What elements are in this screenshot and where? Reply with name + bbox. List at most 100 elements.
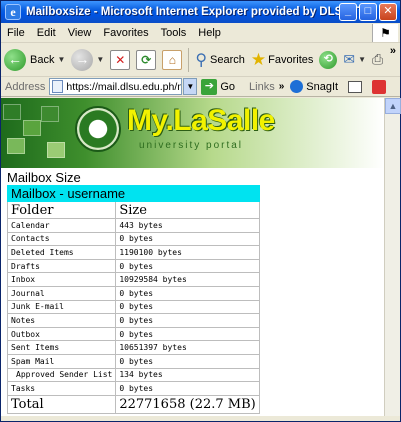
print-button[interactable]: ⎙: [369, 46, 386, 74]
back-label: Back: [30, 53, 55, 66]
folder-size: 10929584 bytes: [115, 272, 260, 287]
forward-arrow-icon: →: [71, 48, 94, 71]
banner-tile: [7, 138, 25, 154]
total-value: 22771658 (22.7 MB): [115, 394, 260, 414]
window-controls: _ □ ✕: [339, 3, 397, 21]
page-content: My.LaSalle university portal Mailbox Siz…: [1, 98, 384, 416]
mail-button[interactable]: ✉ ▼: [340, 46, 369, 74]
snagit-button[interactable]: SnagIt: [306, 81, 338, 93]
toolbar-extension-icon[interactable]: [372, 79, 387, 94]
banner-tile: [3, 104, 21, 120]
menu-favorites[interactable]: Favorites: [97, 27, 154, 39]
menu-view[interactable]: View: [62, 27, 98, 39]
home-button[interactable]: ⌂: [159, 46, 185, 74]
internet-explorer-icon: e: [5, 4, 21, 20]
portal-banner: My.LaSalle university portal: [1, 98, 384, 168]
folder-name: Spam Mail: [6, 353, 117, 369]
banner-tile: [41, 106, 59, 122]
vertical-scrollbar[interactable]: ▲: [384, 98, 401, 416]
scroll-up-icon[interactable]: ▲: [385, 98, 401, 114]
links-overflow-icon[interactable]: »: [279, 81, 285, 92]
menu-file[interactable]: File: [1, 27, 31, 39]
folder-size: 0 bytes: [115, 381, 260, 396]
folder-name: Calendar: [6, 218, 117, 233]
folder-size: 0 bytes: [115, 299, 260, 315]
toolbar-separator: [188, 47, 190, 72]
page-title: Mailbox Size: [7, 170, 81, 185]
folder-name: Approved Sender List: [6, 367, 117, 383]
banner-tile: [47, 142, 65, 158]
folder-size: 0 bytes: [115, 313, 260, 328]
standard-toolbar: ← Back ▼ → ▼ ✕ ⟳ ⌂ ⚲ Search ★ Favorites …: [1, 43, 400, 77]
folder-name: Outbox: [6, 326, 117, 342]
folder-name: Sent Items: [6, 340, 117, 355]
minimize-button[interactable]: _: [339, 3, 357, 21]
home-icon: ⌂: [162, 49, 183, 70]
folder-size: 1190100 bytes: [115, 245, 260, 260]
table-row: Contacts 0 bytes: [6, 231, 260, 247]
table-row: Journal 0 bytes: [6, 285, 260, 301]
table-row: Spam Mail 0 bytes: [6, 353, 260, 369]
menu-tools[interactable]: Tools: [155, 27, 193, 39]
menu-bar: File Edit View Favorites Tools Help ⚑: [1, 23, 400, 43]
search-button[interactable]: ⚲ Search: [192, 46, 248, 74]
toolbar-overflow-icon[interactable]: »: [390, 45, 396, 57]
folder-name: Inbox: [6, 272, 117, 287]
address-dropdown-icon[interactable]: ▼: [183, 78, 198, 95]
status-bar: [1, 416, 400, 421]
mail-icon: ✉: [343, 51, 356, 67]
folder-name: Drafts: [6, 258, 117, 274]
table-row: Tasks 0 bytes: [6, 381, 260, 396]
table-row: Outbox 0 bytes: [6, 326, 260, 342]
table-row: Approved Sender List 134 bytes: [6, 367, 260, 383]
column-header-folder: Folder: [6, 201, 117, 219]
refresh-icon: ⟳: [136, 49, 157, 70]
folder-size: 0 bytes: [115, 285, 260, 301]
forward-dropdown-icon[interactable]: ▼: [96, 55, 104, 64]
window-title: Mailboxsize - Microsoft Internet Explore…: [26, 6, 361, 18]
search-label: Search: [210, 53, 245, 66]
go-button[interactable]: Go: [220, 81, 235, 93]
menu-edit[interactable]: Edit: [31, 27, 62, 39]
folder-name: Journal: [6, 285, 117, 301]
mail-dropdown-icon[interactable]: ▼: [358, 55, 366, 64]
snagit-icon[interactable]: [290, 80, 304, 93]
address-bar: Address https://mail.dlsu.edu.ph/mailbox…: [1, 77, 400, 97]
snagit-capture-icon[interactable]: [348, 80, 363, 93]
folder-name: Contacts: [6, 231, 117, 247]
table-row: Deleted Items 1190100 bytes: [6, 245, 260, 260]
menu-help[interactable]: Help: [192, 27, 227, 39]
total-row: Total 22771658 (22.7 MB): [6, 394, 260, 414]
stop-icon: ✕: [110, 49, 131, 70]
back-dropdown-icon[interactable]: ▼: [57, 55, 65, 64]
favorites-button[interactable]: ★ Favorites: [248, 46, 317, 74]
folder-size: 10651397 bytes: [115, 340, 260, 355]
title-bar[interactable]: e Mailboxsize - Microsoft Internet Explo…: [1, 1, 400, 23]
mailbox-size-table: Mailbox - username Folder Size Calendar 4…: [6, 185, 260, 414]
links-label[interactable]: Links: [249, 81, 275, 93]
stop-button[interactable]: ✕: [107, 46, 133, 74]
go-arrow-icon[interactable]: ➔: [201, 78, 218, 95]
university-seal-icon: [75, 106, 121, 152]
folder-size: 0 bytes: [115, 231, 260, 247]
table-row: Drafts 0 bytes: [6, 258, 260, 274]
address-input[interactable]: https://mail.dlsu.edu.ph/mailboxsiz: [49, 78, 183, 95]
maximize-button[interactable]: □: [359, 3, 377, 21]
refresh-button[interactable]: ⟳: [133, 46, 159, 74]
history-button[interactable]: ⟲: [316, 46, 340, 74]
folder-size: 134 bytes: [115, 367, 260, 383]
forward-button[interactable]: → ▼: [68, 46, 107, 74]
search-icon: ⚲: [195, 51, 208, 69]
close-button[interactable]: ✕: [379, 3, 397, 21]
page-icon: [52, 80, 64, 93]
column-header-size: Size: [115, 201, 260, 219]
folder-name: Notes: [6, 313, 117, 328]
favorites-star-icon: ★: [250, 49, 267, 69]
folder-size: 0 bytes: [115, 258, 260, 274]
table-row: Notes 0 bytes: [6, 313, 260, 328]
back-arrow-icon: ←: [4, 48, 26, 71]
portal-tagline: university portal: [139, 140, 244, 151]
portal-logo: My.LaSalle: [127, 104, 275, 137]
total-label: Total: [6, 394, 117, 414]
back-button[interactable]: ← Back ▼: [1, 46, 68, 74]
